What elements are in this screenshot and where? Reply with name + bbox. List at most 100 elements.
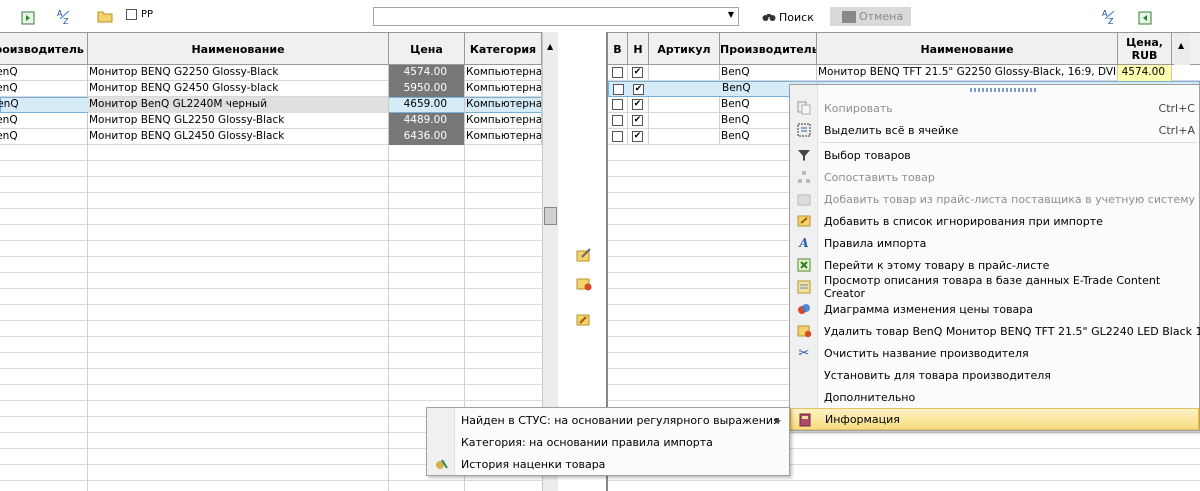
menu-item-clear-maker[interactable]: ✂ Очистить название производителя [790, 342, 1199, 364]
v-checkbox[interactable] [612, 131, 623, 142]
n-checkbox[interactable]: ✔ [632, 67, 643, 78]
scroll-up-icon[interactable]: ▲ [547, 42, 553, 51]
v-checkbox[interactable] [612, 67, 623, 78]
cell-name: Монитор BENQ G2250 Glossy-Black [88, 65, 389, 81]
menu-grip[interactable] [970, 88, 1036, 92]
col-price[interactable]: Цена [389, 33, 465, 65]
add-product-icon [796, 191, 812, 207]
n-checkbox[interactable]: ✔ [632, 131, 643, 142]
menu-item-match[interactable]: Сопоставить товар [790, 166, 1199, 188]
info-book-icon [797, 412, 813, 428]
menu-item-add-to-accounting[interactable]: Добавить товар из прайс-листа поставщика… [790, 188, 1199, 210]
col-maker[interactable]: Производитель [720, 33, 817, 65]
svg-text:Z: Z [63, 17, 69, 25]
cell-maker: BenQ [0, 81, 88, 97]
menu-item-price-chart[interactable]: Диаграмма изменения цены товара [790, 298, 1199, 320]
submenu-item-category-rule[interactable]: Категория: на основании правила импорта [427, 431, 789, 453]
chevron-right-icon: ▶ [774, 415, 781, 425]
menu-item-select-products[interactable]: Выбор товаров [790, 144, 1199, 166]
cancel-button[interactable]: Отмена [830, 7, 911, 26]
table-row[interactable]: BenQ Монитор BENQ GL2250 Glossy-Black 44… [0, 113, 542, 129]
markup-history-icon [433, 456, 449, 472]
menu-item-copy[interactable]: Копировать Ctrl+C [790, 97, 1199, 119]
table-row[interactable]: BenQ Монитор BENQ G2250 Glossy-Black 457… [0, 65, 542, 81]
col-v[interactable]: В [608, 33, 628, 65]
menu-item-import-rules[interactable]: A Правила импорта [790, 232, 1199, 254]
link-icon[interactable] [576, 312, 592, 328]
submenu-item-markup-history[interactable]: История наценки товара [427, 453, 789, 475]
cell-category: Компьютерная [465, 65, 542, 81]
right-scrollbar-top[interactable]: ▲ [1174, 33, 1190, 65]
cell-price: 5950.00 [389, 81, 465, 97]
menu-item-view-description[interactable]: Просмотр описания товара в базе данных E… [790, 274, 1199, 300]
submenu-item-found-regex[interactable]: Найден в СТУС: на основании регулярного … [427, 409, 789, 431]
cell-maker: BenQ [720, 65, 817, 81]
cell-category: Компьютерная [465, 113, 542, 129]
sort-az-right-icon[interactable]: AZ [1101, 8, 1117, 25]
cell-price: 4659.00 [389, 97, 465, 113]
col-maker[interactable]: Производитель [0, 33, 88, 65]
cell-name: Монитор BENQ GL2450 Glossy-Black [88, 129, 389, 145]
cell-price: 4574.00 [1118, 65, 1172, 81]
menu-item-info[interactable]: Информация [790, 408, 1199, 430]
select-all-icon [796, 122, 812, 138]
cell-maker: BenQ [0, 129, 88, 145]
scroll-up-icon[interactable]: ▲ [1178, 41, 1184, 50]
price-chart-icon [796, 301, 812, 317]
cancel-button-label: Отмена [859, 10, 904, 23]
context-menu: Копировать Ctrl+C Выделить всё в ячейке … [789, 84, 1200, 431]
menu-item-goto-pricelist[interactable]: Перейти к этому товару в прайс-листе [790, 254, 1199, 276]
edit-icon[interactable] [576, 247, 592, 263]
chevron-down-icon[interactable]: ▼ [728, 10, 734, 19]
view-description-icon [796, 279, 812, 295]
v-checkbox[interactable] [613, 84, 624, 95]
stop-icon [842, 10, 856, 23]
scrollbar-thumb[interactable] [544, 207, 557, 225]
cell-category: Компьютерная [465, 81, 542, 97]
cell-name: Монитор BENQ GL2250 Glossy-Black [88, 113, 389, 129]
col-name[interactable]: Наименование [88, 33, 389, 65]
n-checkbox[interactable]: ✔ [632, 99, 643, 110]
cell-name: Монитор BENQ TFT 21.5" G2250 Glossy-Blac… [817, 65, 1118, 81]
search-combobox[interactable]: ▼ [373, 7, 739, 26]
menu-item-select-all[interactable]: Выделить всё в ячейке Ctrl+A [790, 119, 1199, 141]
match-icon [796, 169, 812, 185]
scissors-icon: ✂ [798, 345, 810, 361]
grid-line [87, 145, 88, 491]
col-category[interactable]: Категория [465, 33, 542, 65]
table-row[interactable]: BenQ Монитор BENQ GL2450 Glossy-Black 64… [0, 129, 542, 145]
col-name[interactable]: Наименование [817, 33, 1118, 65]
menu-item-additional[interactable]: Дополнительно [790, 386, 1199, 408]
n-checkbox[interactable]: ✔ [632, 115, 643, 126]
import-rules-icon: A [799, 236, 809, 250]
menu-item-delete-product[interactable]: Удалить товар BenQ Монитор BENQ TFT 21.5… [790, 320, 1200, 342]
goto-pricelist-icon [796, 257, 812, 273]
cell-price: 4489.00 [389, 113, 465, 129]
col-article[interactable]: Артикул [649, 33, 720, 65]
export-icon[interactable] [20, 10, 36, 26]
col-price[interactable]: Цена, RUB [1118, 33, 1172, 65]
n-checkbox[interactable]: ✔ [633, 84, 644, 95]
sort-az-icon[interactable]: AZ [56, 8, 72, 25]
cell-maker: BenQ [0, 113, 88, 129]
v-checkbox[interactable] [612, 115, 623, 126]
pp-checkbox[interactable] [126, 9, 137, 20]
delete-product-icon [796, 323, 812, 339]
cell-maker: BenQ [0, 65, 88, 81]
menu-item-set-maker[interactable]: Установить для товара производителя [790, 364, 1199, 386]
folder-icon[interactable] [97, 8, 113, 24]
import-icon[interactable] [1137, 10, 1153, 26]
table-row[interactable]: ✔ BenQ Монитор BENQ TFT 21.5" G2250 Glos… [608, 65, 1200, 81]
v-checkbox[interactable] [612, 99, 623, 110]
cell-price: 4574.00 [389, 65, 465, 81]
search-button[interactable]: Поиск [762, 8, 814, 26]
search-button-label: Поиск [779, 10, 814, 24]
ignore-list-icon [796, 213, 812, 229]
binoculars-icon [762, 14, 776, 21]
col-n[interactable]: Н [628, 33, 649, 65]
remove-icon[interactable] [576, 276, 592, 292]
table-row-selected[interactable]: BenQ Монитор BenQ GL2240M черный 4659.00… [0, 97, 542, 113]
table-row[interactable]: BenQ Монитор BENQ G2450 Glossy-black 595… [0, 81, 542, 97]
menu-item-add-ignore[interactable]: Добавить в список игнорирования при импо… [790, 210, 1199, 232]
svg-text:Z: Z [1108, 17, 1114, 25]
